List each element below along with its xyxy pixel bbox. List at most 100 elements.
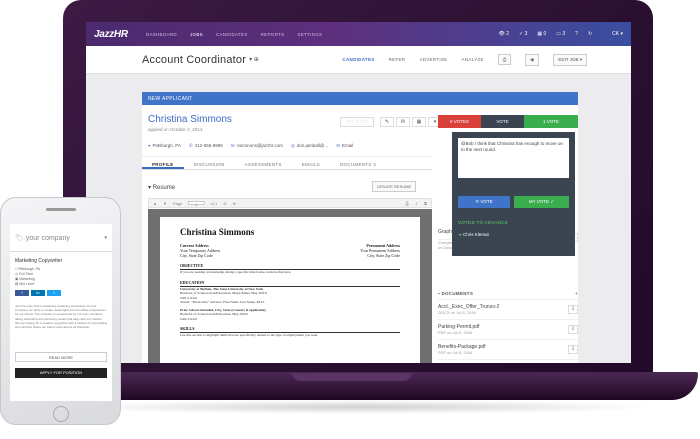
phone-screen: 🏷 your company ▾ Marketing Copywriter ⌖ P… (10, 224, 112, 401)
download-icon[interactable]: ⇩ (568, 305, 578, 314)
applied-date: applied on October 2, 2014 (148, 127, 203, 132)
vote-comment-input[interactable]: @Bob I think that Christina has enough t… (458, 138, 569, 178)
download-icon[interactable]: ⇩ (568, 345, 578, 354)
page-input[interactable]: 1 (188, 201, 205, 207)
chevron-down-icon[interactable]: ▾ (104, 235, 107, 241)
print-icon[interactable]: ⎙ (497, 54, 512, 65)
twitter-share-icon[interactable]: t (47, 290, 61, 296)
eye-counter[interactable]: 👁 2 (498, 31, 509, 37)
next-page-icon[interactable]: ▼ (163, 201, 167, 206)
job-level: ▤ Mid Level (15, 282, 35, 286)
user-menu[interactable]: CK ▾ (612, 31, 623, 37)
tab-emails[interactable]: EMAILS (292, 157, 330, 169)
votes-down-button[interactable]: 0 VOTES (438, 115, 481, 128)
phone-speaker (46, 208, 76, 211)
edit-job-button[interactable]: EDIT JOB ▾ (553, 53, 587, 66)
contact-row: ⌖ Pittsburgh, PA ✆ 412-555-8996 ✉ csimmons@… (148, 143, 353, 149)
job-header: Account Coordinator ▾ ⊕ CANDIDATES REFER… (86, 46, 631, 74)
device-mockup: JazzHR DASHBOARD JOBS CANDIDATES REPORTS… (0, 0, 700, 439)
tag-icon: 🏷 (15, 234, 24, 242)
tab-assessments[interactable]: ASSESSMENTS (235, 157, 292, 169)
email-link[interactable]: ✉ Email (336, 143, 353, 149)
linkedin-share-icon[interactable]: in (31, 290, 45, 296)
download-icon[interactable]: ⇩ (415, 201, 418, 206)
job-title[interactable]: Account Coordinator (142, 54, 246, 66)
read-more-button[interactable]: READ MORE (15, 352, 107, 362)
skype[interactable]: ◎ don.jamball@... (291, 143, 328, 149)
candidate-tabs: PROFILE DISCUSSION ASSESSMENTS EMAILS DO… (142, 156, 432, 170)
company-logo[interactable]: 🏷 your company (15, 234, 104, 242)
rating-stars[interactable]: ☆☆☆☆☆ (340, 117, 374, 127)
candidate-name: Christina Simmons (148, 114, 232, 125)
resume-toggle[interactable]: ▾ Resume (148, 184, 175, 191)
view-icon[interactable]: ◉ (525, 53, 540, 66)
nav-candidates[interactable]: CANDIDATES (216, 32, 248, 37)
new-applicant-bar: NEW APPLICANT (142, 92, 578, 105)
update-resume-button[interactable]: UPDATE RESUME (372, 181, 417, 192)
job-posting-title: Marketing Copywriter (15, 258, 63, 264)
job-description: Join the team that is redefining marketi… (15, 304, 107, 330)
document-row[interactable]: Parking-Permit.pdf PDF on Jul 5, 2016 ⇩ (438, 320, 578, 340)
comment-icon[interactable]: ✎ (380, 117, 394, 127)
phone-device: 🏷 your company ▾ Marketing Copywriter ⌖ P… (0, 197, 121, 425)
calendar-icon[interactable]: ▦ (412, 117, 426, 127)
zoom-in-icon[interactable]: ⊕ (233, 201, 236, 206)
tab-advertise[interactable]: ADVERTISE (419, 57, 447, 62)
vote-button[interactable]: VOTE (481, 115, 524, 128)
prev-page-icon[interactable]: ▲ (153, 201, 157, 206)
nav-jobs[interactable]: JOBS (190, 32, 203, 37)
tab-profile[interactable]: PROFILE (142, 157, 184, 169)
vote-no-button[interactable]: ✕ VOTE (458, 196, 510, 208)
vote-yes-button[interactable]: MY VOTE ✓ (514, 196, 569, 208)
laptop-shadow (60, 400, 660, 414)
nav-dashboard[interactable]: DASHBOARD (146, 32, 177, 37)
location: ⌖ Pittsburgh, PA (148, 143, 181, 148)
tab-documents[interactable]: DOCUMENTS 3 (330, 157, 386, 169)
inbox-counter[interactable]: ▭ 3 (556, 31, 565, 37)
phone-icon: ✆ (188, 143, 193, 148)
laptop-notch (292, 373, 412, 381)
skype-icon: ◎ (290, 143, 295, 148)
mail-icon: ✉ (230, 143, 235, 148)
document-row[interactable]: Benefits-Package.pdf PDF on Jul 5, 2016 ⇩ (438, 340, 578, 360)
apply-button[interactable]: APPLY FOR POSITION (15, 368, 107, 378)
top-navigation: JazzHR DASHBOARD JOBS CANDIDATES REPORTS… (86, 22, 631, 46)
zoom-out-icon[interactable]: ⊖ (223, 201, 226, 206)
facebook-share-icon[interactable]: f (15, 290, 29, 296)
app-logo[interactable]: JazzHR (94, 29, 128, 40)
career-header: 🏷 your company ▾ (10, 224, 112, 252)
history-icon[interactable]: ↻ (588, 31, 592, 37)
resume-document: Christina Simmons Current Address Perman… (160, 217, 420, 363)
mail-icon[interactable]: ✉ (396, 117, 410, 127)
phone[interactable]: ✆ 412-555-8996 (189, 143, 223, 149)
laptop-screen: JazzHR DASHBOARD JOBS CANDIDATES REPORTS… (86, 22, 631, 363)
open-icon[interactable]: ⧉ (424, 201, 427, 206)
download-icon[interactable]: ⇩ (568, 325, 578, 334)
pin-icon: ⌖ (148, 143, 151, 148)
add-document-icon[interactable]: + (575, 291, 578, 296)
email-address[interactable]: ✉ csimmons@jazzhr.com (231, 143, 283, 149)
tab-refer[interactable]: REFER (389, 57, 406, 62)
envelope-icon: ✉ (336, 143, 340, 148)
chevron-down-icon[interactable]: ▾ ⊕ (249, 56, 259, 63)
resume-name: Christina Simmons (180, 227, 255, 237)
pdf-toolbar: ▲ ▼ Page 1 of 1 ⊖ ⊕ ⎙ ⇩ ⧉ (148, 198, 432, 208)
document-row[interactable]: Acct._Exec_Offer_Trunzo-2 DOCX on Jul 5, … (438, 300, 578, 320)
tab-analyze[interactable]: ANALYZE (461, 57, 483, 62)
pdf-viewer[interactable]: Christina Simmons Current Address Perman… (148, 209, 432, 363)
tab-candidates[interactable]: CANDIDATES (342, 57, 374, 62)
home-button[interactable] (53, 406, 69, 422)
nav-settings[interactable]: SETTINGS (297, 32, 322, 37)
votes-up-button[interactable]: 1 VOTE (524, 115, 578, 128)
arrow-icon: ➜ (458, 232, 462, 237)
check-counter[interactable]: ✓ 3 (519, 31, 527, 37)
nav-reports[interactable]: REPORTS (261, 32, 285, 37)
calendar-counter[interactable]: ▦ 0 (537, 31, 546, 37)
print-icon[interactable]: ⎙ (406, 201, 409, 206)
vote-popover: @Bob I think that Christina has enough t… (452, 132, 575, 256)
tab-discussion[interactable]: DISCUSSION (184, 157, 235, 169)
share-buttons: f in t (15, 290, 107, 296)
documents-section: ▪ DOCUMENTS + Acct._Exec_Offer_Trunzo-2 D… (438, 288, 578, 360)
help-icon[interactable]: ? (575, 31, 578, 37)
voted-to-advance-label: VOTED TO ADVANCE (458, 220, 509, 225)
